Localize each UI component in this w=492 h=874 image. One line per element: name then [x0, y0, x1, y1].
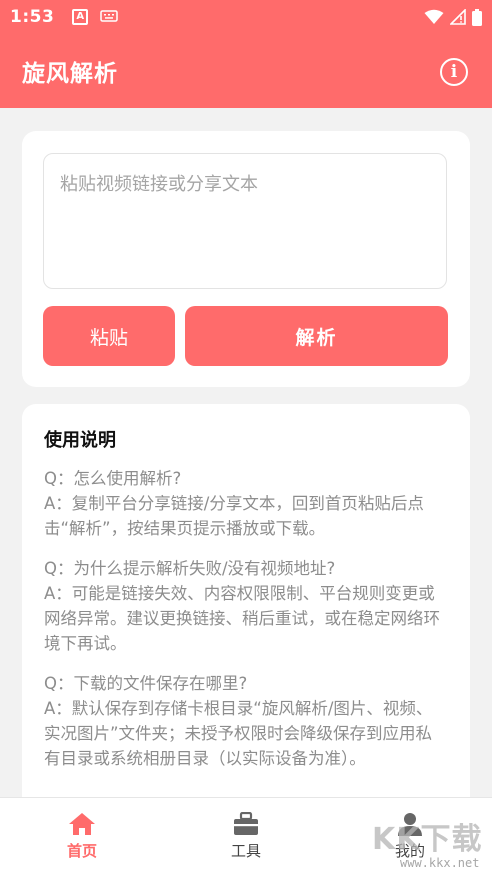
watermark-logo: KK下载 — [372, 822, 483, 857]
faq-item: Q：怎么使用解析? A：复制平台分享链接/分享文本，回到首页粘贴后点击“解析”，… — [44, 466, 448, 541]
faq-question: Q：下载的文件保存在哪里? — [44, 674, 248, 693]
notification-app-icon: A — [72, 9, 89, 25]
faq-answer: A：复制平台分享链接/分享文本，回到首页粘贴后点击“解析”，按结果页提示播放或下… — [44, 494, 424, 538]
watermark-url: www.kkx.net — [400, 856, 480, 870]
faq-question: Q：为什么提示解析失败/没有视频地址? — [44, 559, 336, 578]
faq-item: Q：为什么提示解析失败/没有视频地址? A：可能是链接失效、内容权限限制、平台规… — [44, 556, 448, 656]
help-card: 使用说明 Q：怎么使用解析? A：复制平台分享链接/分享文本，回到首页粘贴后点击… — [22, 404, 470, 824]
keyboard-icon — [100, 7, 119, 27]
input-card: 粘贴 解析 — [22, 131, 470, 387]
battery-icon — [472, 8, 482, 26]
signal-icon — [450, 9, 466, 25]
nav-label-tools: 工具 — [230, 842, 261, 860]
nav-label-home: 首页 — [66, 842, 97, 860]
paste-button[interactable]: 粘贴 — [43, 306, 175, 366]
faq-question: Q：怎么使用解析? — [44, 469, 182, 488]
parse-button[interactable]: 解析 — [185, 306, 448, 366]
watermark: KK下载 www.kkx.net — [372, 812, 490, 874]
wifi-icon — [424, 9, 444, 25]
app-title: 旋风解析 — [22, 61, 118, 87]
link-input[interactable] — [43, 153, 447, 289]
info-icon[interactable]: i — [440, 58, 468, 86]
faq-answer: A：可能是链接失效、内容权限限制、平台规则变更或网络异常。建议更换链接、稍后重试… — [44, 584, 440, 653]
help-title: 使用说明 — [44, 430, 116, 451]
faq-item: Q：下载的文件保存在哪里? A：默认保存到存储卡根目录“旋风解析/图片、视频、实… — [44, 671, 448, 771]
status-time: 1:53 — [10, 7, 55, 27]
toolbox-icon — [232, 812, 260, 840]
nav-item-tools[interactable]: 工具 — [164, 798, 328, 874]
faq-answer: A：默认保存到存储卡根目录“旋风解析/图片、视频、实况图片”文件夹；未授予权限时… — [44, 699, 433, 768]
app-header: 1:53 A 旋风解析 i — [0, 0, 492, 108]
status-bar: 1:53 A — [0, 0, 492, 34]
home-icon — [68, 812, 96, 840]
nav-item-home[interactable]: 首页 — [0, 798, 164, 874]
